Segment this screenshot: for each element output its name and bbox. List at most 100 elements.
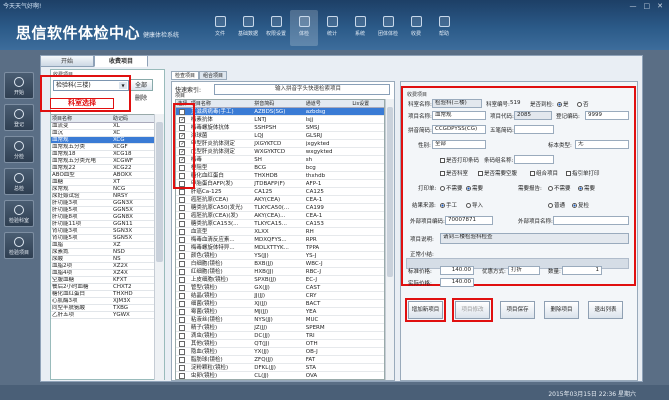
enable-yes-radio[interactable]: 是 bbox=[557, 100, 569, 108]
table-row[interactable]: ✓ 甲型肝炎抗体测定 JXGYKTCD jxgykted bbox=[176, 140, 384, 148]
row-checkbox[interactable] bbox=[179, 228, 186, 235]
toolbar-button-3[interactable]: 体检 bbox=[290, 10, 318, 46]
report-no-radio[interactable]: 不需要 bbox=[548, 184, 571, 192]
list-item[interactable]: 血常规18 XCG18 bbox=[51, 151, 154, 158]
save-item-button[interactable]: 项目保存 bbox=[500, 301, 535, 319]
toolbar-button-4[interactable]: 统计 bbox=[318, 10, 346, 46]
list-item[interactable]: 肝功能3项 GGN3X bbox=[51, 200, 154, 207]
print-no-radio[interactable]: 不需要 bbox=[440, 184, 463, 192]
list-item[interactable]: 心肌酶3项 XJM3X bbox=[51, 298, 154, 305]
row-checkbox[interactable] bbox=[179, 324, 186, 331]
tab-fee-items[interactable]: 收费项目 bbox=[94, 55, 148, 67]
report-yes-radio[interactable]: 需要 bbox=[578, 184, 595, 192]
minimize-icon[interactable]: — bbox=[630, 2, 637, 10]
nav-item-2[interactable]: 分检 bbox=[4, 136, 34, 163]
row-checkbox[interactable] bbox=[179, 212, 186, 219]
remove-label[interactable]: 删除 bbox=[129, 94, 153, 104]
nav-item-4[interactable]: 检验科室 bbox=[4, 200, 34, 227]
list-item[interactable]: 血常规 XCG bbox=[51, 137, 154, 144]
item-name-input[interactable]: 血常规 bbox=[432, 111, 486, 120]
maximize-icon[interactable]: □ bbox=[644, 2, 651, 10]
reg-code-input[interactable]: 9999 bbox=[585, 111, 629, 120]
row-checkbox[interactable] bbox=[179, 204, 186, 211]
row-checkbox[interactable] bbox=[179, 356, 186, 363]
pinyin-input[interactable]: CCGDPYSS(CG) bbox=[432, 125, 486, 134]
row-checkbox[interactable] bbox=[179, 284, 186, 291]
table-row[interactable]: 其他(镜检) QT(JJ) OTH bbox=[176, 340, 384, 348]
row-checkbox[interactable] bbox=[179, 364, 186, 371]
list-item[interactable]: 血常规五分类光电 XCGWF bbox=[51, 158, 154, 165]
row-checkbox[interactable] bbox=[179, 188, 186, 195]
list-item[interactable]: 血糖 XT bbox=[51, 179, 154, 186]
table-row[interactable]: 上皮细胞(镜检) SPXB(JJ) EC-J bbox=[176, 276, 384, 284]
table-row[interactable]: 梅毒血清反应素... MDXQFYS... RPR bbox=[176, 236, 384, 244]
fasting-checkbox[interactable]: 是否需要空腹 bbox=[478, 169, 517, 177]
table-row[interactable]: 梅毒螺旋体抗体 SSHPSH SMSJ bbox=[176, 124, 384, 132]
list-item[interactable]: ABO血型 ABOXX bbox=[51, 172, 154, 179]
check-item-scrollbar[interactable] bbox=[385, 99, 394, 380]
table-row[interactable]: 精子(镜检) JZ(JJ) SPERM bbox=[176, 324, 384, 332]
row-checkbox[interactable] bbox=[179, 372, 186, 379]
row-checkbox[interactable] bbox=[179, 260, 186, 267]
table-row[interactable]: 糖化血红蛋白 THXHDB thxhdb bbox=[176, 172, 384, 180]
close-icon[interactable]: ✕ bbox=[657, 2, 663, 10]
row-checkbox[interactable] bbox=[179, 348, 186, 355]
combo-checkbox[interactable]: 组合项目 bbox=[530, 169, 558, 177]
toolbar-button-6[interactable]: 团体体检 bbox=[374, 10, 402, 46]
row-checkbox[interactable] bbox=[179, 268, 186, 275]
toolbar-button-5[interactable]: 系统 bbox=[346, 10, 374, 46]
add-item-button[interactable]: 增加新项目 bbox=[408, 301, 443, 319]
recheck-radio[interactable]: 复检 bbox=[572, 201, 589, 209]
quantity-input[interactable]: 1 bbox=[562, 266, 602, 275]
list-item[interactable]: 同型半胱氨酸 TXBG bbox=[51, 305, 154, 312]
table-row[interactable]: 血流型 XLXX RH bbox=[176, 228, 384, 236]
edit-item-button[interactable]: 项目修改 bbox=[455, 301, 490, 319]
scroll-thumb[interactable] bbox=[387, 107, 393, 277]
table-row[interactable]: 颜色(镜检) YS(JJ) YS-J bbox=[176, 252, 384, 260]
list-item[interactable]: 空腹血糖 KFXT bbox=[51, 277, 154, 284]
table-row[interactable]: 结晶(镜检) JJ(JJ) CRY bbox=[176, 292, 384, 300]
header-code[interactable]: 助记码 bbox=[113, 115, 154, 122]
discount-select[interactable]: 打折 bbox=[508, 266, 540, 275]
list-item[interactable]: 尿酸 NS bbox=[51, 256, 154, 263]
is-dept-checkbox[interactable]: 是否科室 bbox=[440, 169, 468, 177]
row-checkbox[interactable] bbox=[179, 236, 186, 243]
nav-item-5[interactable]: 检验项目 bbox=[4, 232, 34, 259]
print-yes-radio[interactable]: 需要 bbox=[466, 184, 483, 192]
row-checkbox[interactable] bbox=[179, 276, 186, 283]
table-row[interactable]: 细菌(镜检) XJ(JJ) BACT bbox=[176, 300, 384, 308]
list-item[interactable]: 肝功能11项 GGN11 bbox=[51, 221, 154, 228]
table-row[interactable]: 癌胚抗原(CEA)(发) AKY(CEA)... CEA-1 bbox=[176, 212, 384, 220]
table-row[interactable]: 肝癌Ca-125 CA125 CA125 bbox=[176, 188, 384, 196]
table-row[interactable]: 脂肪球(镜检) ZFQ(JJ) FAT bbox=[176, 356, 384, 364]
price-input[interactable]: 140.00 bbox=[440, 266, 474, 275]
toolbar-button-7[interactable]: 收费 bbox=[402, 10, 430, 46]
fee-item-scrollbar[interactable] bbox=[154, 114, 164, 380]
list-item[interactable]: 血脂2项 XZ2X bbox=[51, 263, 154, 270]
list-item[interactable]: 血沉 XC bbox=[51, 130, 154, 137]
table-row[interactable]: 管型(镜检) GX(JJ) CAST bbox=[176, 284, 384, 292]
table-row[interactable]: ✓ 戊型肝炎抗体测定 WXGYKTCD wxgykted bbox=[176, 148, 384, 156]
enable-no-radio[interactable]: 否 bbox=[577, 100, 589, 108]
list-item[interactable]: 血常规五分类 XCGF bbox=[51, 144, 154, 151]
tab-combo-items[interactable]: 组合项目 bbox=[199, 71, 228, 80]
tab-start[interactable]: 开始 bbox=[40, 55, 94, 67]
table-row[interactable]: 糖类抗原CA153(... TLKYCA15... CA153 bbox=[176, 220, 384, 228]
table-row[interactable]: 梅毒螺旋体特异... MDLXTTYK... TPPA bbox=[176, 244, 384, 252]
guide-print-checkbox[interactable]: 指引单打印 bbox=[566, 169, 600, 177]
row-checkbox[interactable] bbox=[179, 196, 186, 203]
search-input[interactable]: 输入拼音字头快速检索项目 bbox=[214, 84, 390, 95]
list-item[interactable]: 尿常规 NCG bbox=[51, 186, 154, 193]
table-row[interactable]: 红细胞(镜检) HXB(JJ) RBC-J bbox=[176, 268, 384, 276]
row-checkbox[interactable] bbox=[179, 292, 186, 299]
result-import-radio[interactable]: 导入 bbox=[466, 201, 483, 209]
tab-check-items[interactable]: 检查项目 bbox=[171, 71, 200, 80]
toolbar-button-2[interactable]: 权限设置 bbox=[262, 10, 290, 46]
table-row[interactable]: ✓ 梅素抗体 LNTJ lsjj bbox=[176, 116, 384, 124]
ext-code-input[interactable]: 70007871 bbox=[445, 216, 493, 225]
delete-item-button[interactable]: 删除项目 bbox=[544, 301, 579, 319]
list-item[interactable]: 肾功能3项 SGN3X bbox=[51, 228, 154, 235]
table-row[interactable]: 滴虫(镜检) DC(JJ) TRI bbox=[176, 332, 384, 340]
table-row[interactable]: 梗阻型 BCG bcg bbox=[176, 164, 384, 172]
table-row[interactable]: 甲胎蛋白AFP(发) JTDBAFP(F) AFP-1 bbox=[176, 180, 384, 188]
